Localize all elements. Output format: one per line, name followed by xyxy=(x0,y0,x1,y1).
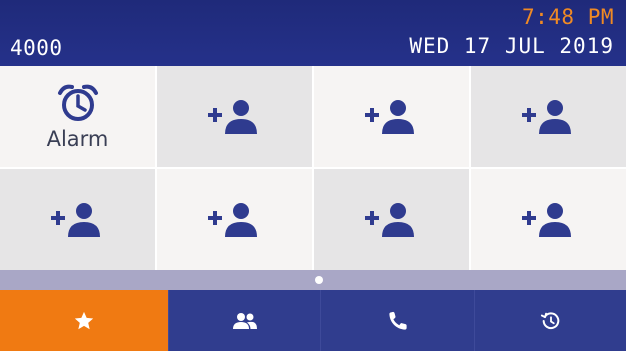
phone-icon xyxy=(387,310,409,332)
tab-history[interactable] xyxy=(474,290,626,351)
add-contact-icon xyxy=(521,99,577,135)
star-icon xyxy=(73,310,95,332)
alarm-clock-icon xyxy=(56,83,100,123)
add-contact-icon xyxy=(207,99,263,135)
add-contact-key[interactable] xyxy=(314,66,469,167)
add-contact-key[interactable] xyxy=(0,169,155,270)
add-contact-key[interactable] xyxy=(314,169,469,270)
tab-favorites[interactable] xyxy=(0,290,168,351)
add-contact-icon xyxy=(364,202,420,238)
add-contact-key[interactable] xyxy=(157,66,312,167)
add-contact-icon xyxy=(207,202,263,238)
alarm-key[interactable]: Alarm xyxy=(0,66,155,167)
tab-contacts[interactable] xyxy=(168,290,320,351)
add-contact-key[interactable] xyxy=(471,66,626,167)
alarm-label: Alarm xyxy=(46,126,109,151)
extension-number: 4000 xyxy=(10,36,63,60)
add-contact-key[interactable] xyxy=(157,169,312,270)
clock-date: WED 17 JUL 2019 xyxy=(409,34,614,58)
add-contact-icon xyxy=(521,202,577,238)
tab-phone[interactable] xyxy=(320,290,474,351)
page-indicator xyxy=(0,270,626,290)
page-dot xyxy=(315,276,323,284)
people-icon xyxy=(232,312,258,330)
status-header: 4000 7:48 PM WED 17 JUL 2019 xyxy=(0,0,626,66)
add-contact-icon xyxy=(50,202,106,238)
speed-dial-grid: Alarm xyxy=(0,66,626,270)
add-contact-icon xyxy=(364,99,420,135)
history-icon xyxy=(540,310,562,332)
clock-time: 7:48 PM xyxy=(521,5,614,29)
bottom-tab-bar xyxy=(0,290,626,351)
phone-screen: 4000 7:48 PM WED 17 JUL 2019 Alarm xyxy=(0,0,626,351)
add-contact-key[interactable] xyxy=(471,169,626,270)
